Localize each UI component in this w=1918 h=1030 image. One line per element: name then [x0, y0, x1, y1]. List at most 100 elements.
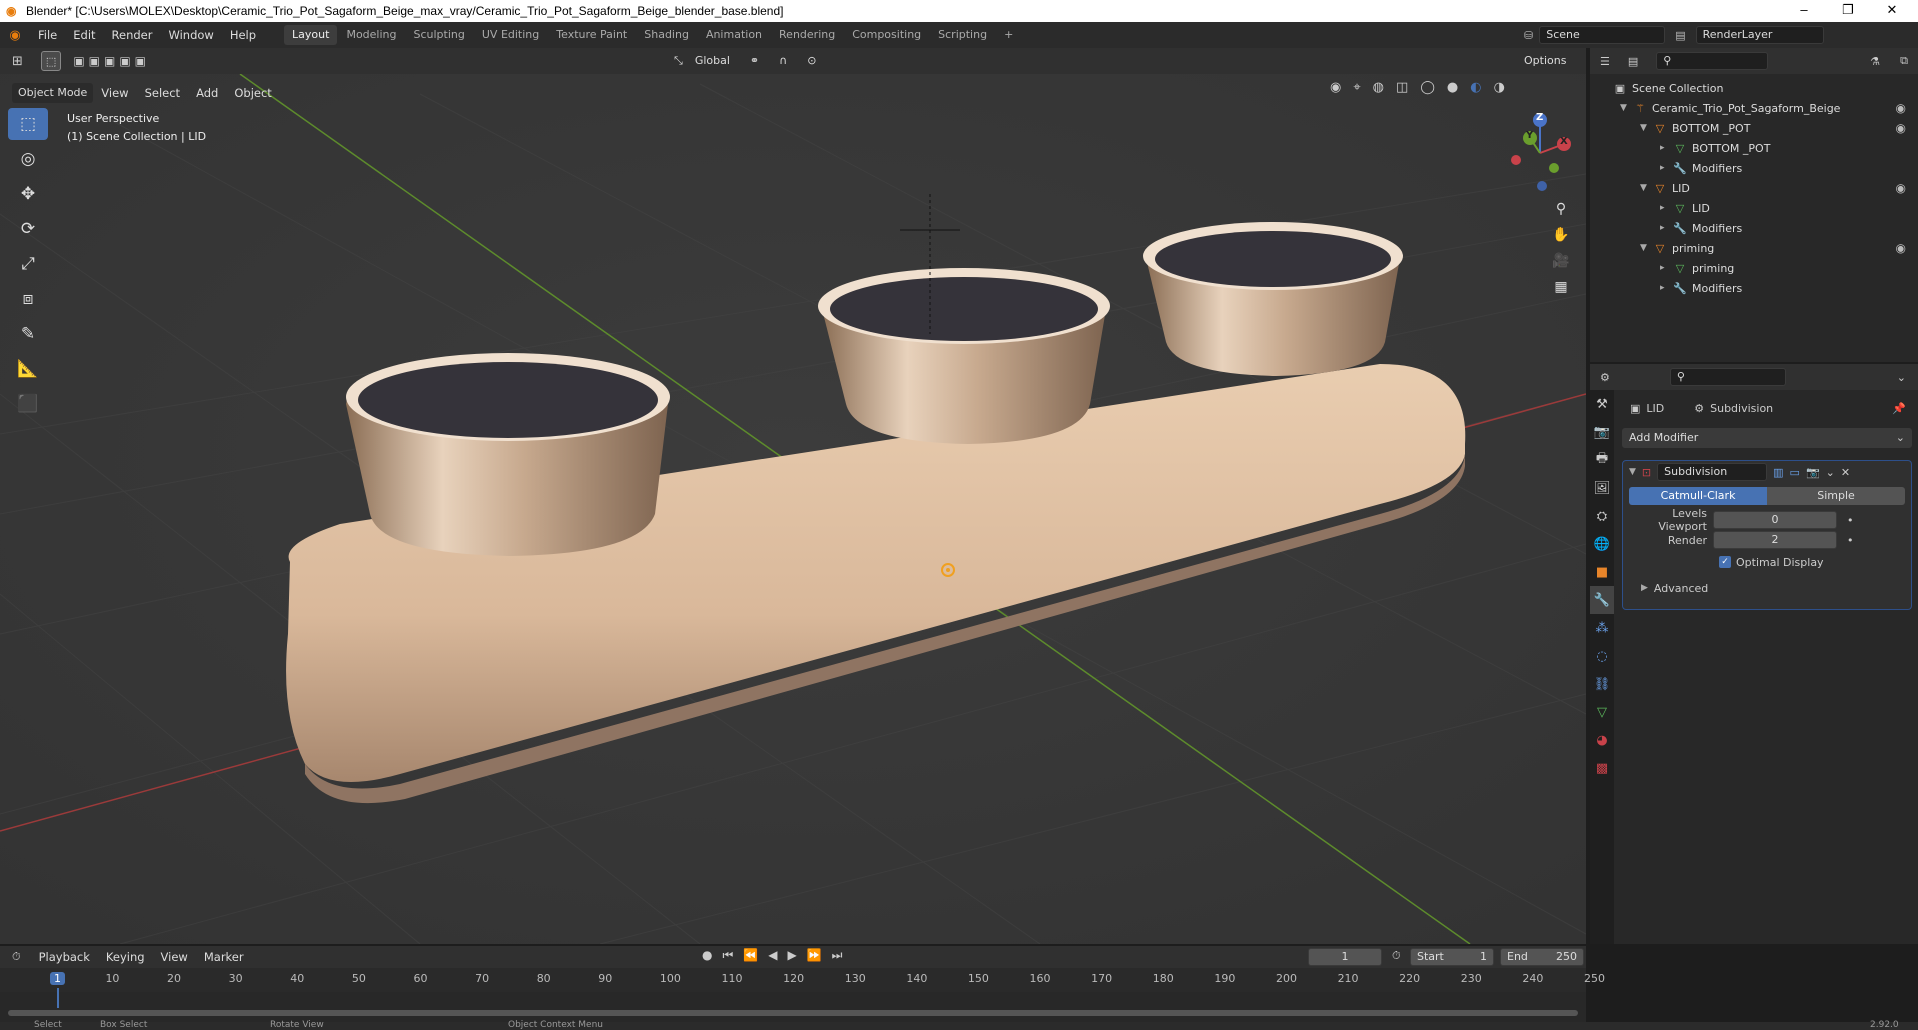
timeline-menu-marker[interactable]: Marker: [196, 944, 252, 970]
constraints-tab-icon[interactable]: ⛓: [1590, 670, 1614, 698]
advanced-section-label[interactable]: Advanced: [1654, 582, 1708, 595]
expand-down-icon[interactable]: ▼: [1640, 123, 1652, 133]
play-icon[interactable]: ▶: [787, 948, 796, 963]
visibility-eye-icon[interactable]: ◉: [1896, 121, 1906, 135]
transform-tool-icon[interactable]: ⧈: [8, 283, 48, 315]
expand-down-icon[interactable]: ▼: [1640, 183, 1652, 193]
timeline-menu-playback[interactable]: Playback: [31, 944, 98, 970]
outliner-editor-icon[interactable]: ☰: [1600, 55, 1610, 68]
playhead-line[interactable]: [57, 988, 59, 1008]
filter-icon[interactable]: ⚗: [1870, 55, 1880, 68]
visibility-icon[interactable]: ◉: [1330, 80, 1341, 95]
object-tab-icon[interactable]: ■: [1590, 558, 1614, 586]
rendered-shading-icon[interactable]: ◑: [1494, 80, 1505, 95]
menu-file[interactable]: File: [30, 22, 65, 48]
viewport-menu-object[interactable]: Object: [226, 80, 279, 106]
expand-right-icon[interactable]: ▸: [1660, 203, 1672, 213]
proportional-icon[interactable]: ⊙: [801, 51, 823, 71]
expand-right-icon[interactable]: ▸: [1660, 143, 1672, 153]
physics-tab-icon[interactable]: ◌: [1590, 642, 1614, 670]
tab-uv-editing[interactable]: UV Editing: [474, 25, 547, 45]
preview-range-icon[interactable]: ⏱: [1392, 949, 1401, 963]
timeline-menu-keying[interactable]: Keying: [98, 944, 153, 970]
zoom-icon[interactable]: ⚲: [1548, 196, 1574, 222]
pan-hand-icon[interactable]: ✋: [1548, 222, 1574, 248]
tool-tab-icon[interactable]: ⚒: [1590, 390, 1614, 418]
visibility-eye-icon[interactable]: ◉: [1896, 101, 1906, 115]
visibility-eye-icon[interactable]: ◉: [1896, 241, 1906, 255]
frame-ruler[interactable]: 1 10 20 30 40 50 60 70 80 90 100 110 120 130 140 150 160…: [0, 968, 1605, 1008]
move-tool-icon[interactable]: ✥: [8, 178, 48, 210]
snap-icon[interactable]: ∩: [773, 51, 794, 71]
timeline-editor-icon[interactable]: ⏱: [12, 950, 21, 964]
outliner-row[interactable]: ▼ ⚚ Ceramic_Trio_Pot_Sagaform_Beige ◉: [1590, 98, 1918, 118]
outliner-row[interactable]: ▸ ▽ BOTTOM _POT: [1590, 138, 1918, 158]
scene-icon[interactable]: ⛁: [1524, 29, 1533, 42]
output-tab-icon[interactable]: 🖶: [1590, 446, 1614, 474]
modifier-name-input[interactable]: Subdivision: [1657, 463, 1768, 481]
properties-search-input[interactable]: ⚲: [1669, 368, 1786, 386]
menu-help[interactable]: Help: [222, 22, 264, 48]
editor-type-icon[interactable]: ⊞: [12, 54, 23, 69]
tab-animation[interactable]: Animation: [698, 25, 770, 45]
solid-shading-icon[interactable]: ●: [1447, 80, 1458, 95]
blender-menu-icon[interactable]: ◉: [0, 28, 30, 43]
tab-rendering[interactable]: Rendering: [771, 25, 843, 45]
selection-mode-icons[interactable]: ▣▣▣▣▣: [73, 54, 150, 68]
view-layer-selector[interactable]: RenderLayer: [1695, 26, 1824, 44]
outliner-row[interactable]: ▼ ▽ priming ◉: [1590, 238, 1918, 258]
scene-selector[interactable]: Scene: [1539, 26, 1666, 44]
end-frame-input[interactable]: End 250: [1500, 948, 1584, 966]
select-tool-icon[interactable]: ⬚: [40, 51, 62, 71]
advanced-chevron-icon[interactable]: ▶: [1641, 583, 1648, 593]
collapse-chevron-icon[interactable]: ▼: [1629, 467, 1636, 477]
pivot-icon[interactable]: ⚭: [743, 51, 766, 71]
material-shading-icon[interactable]: ◐: [1470, 80, 1481, 95]
rotate-tool-icon[interactable]: ⟳: [8, 213, 48, 245]
levels-viewport-input[interactable]: 0: [1713, 511, 1837, 529]
orientation-dropdown[interactable]: Global: [688, 51, 736, 71]
close-button[interactable]: ✕: [1870, 0, 1914, 22]
gizmo-toggle-icon[interactable]: ⌖: [1353, 80, 1360, 95]
display-mode-icon[interactable]: ▤: [1628, 55, 1638, 68]
add-cube-tool-icon[interactable]: ⬛: [8, 388, 48, 420]
viewport-menu-add[interactable]: Add: [188, 80, 226, 106]
current-frame-input[interactable]: 1: [1308, 948, 1382, 966]
expand-right-icon[interactable]: ▸: [1660, 263, 1672, 273]
expand-down-icon[interactable]: ▼: [1640, 243, 1652, 253]
texture-tab-icon[interactable]: ▩: [1590, 754, 1614, 782]
expand-right-icon[interactable]: ▸: [1660, 283, 1672, 293]
expand-right-icon[interactable]: ▸: [1660, 163, 1672, 173]
tab-layout[interactable]: Layout: [284, 25, 338, 45]
play-reverse-icon[interactable]: ◀: [768, 948, 777, 963]
tab-compositing[interactable]: Compositing: [844, 25, 929, 45]
measure-tool-icon[interactable]: 📐: [8, 353, 48, 385]
pin-icon[interactable]: 📌: [1892, 402, 1906, 415]
viewport-toggle-icon[interactable]: ▭: [1790, 466, 1800, 479]
view-layer-icon[interactable]: ▤: [1675, 29, 1685, 42]
orientation-icon[interactable]: ⤡: [668, 51, 689, 71]
start-frame-input[interactable]: Start 1: [1410, 948, 1494, 966]
add-modifier-button[interactable]: Add Modifier ⌄: [1622, 428, 1912, 448]
render-tab-icon[interactable]: 📷: [1590, 418, 1614, 446]
gizmo-x-label[interactable]: X: [1560, 136, 1568, 147]
3d-viewport[interactable]: User Perspective (1) Scene Collection | …: [0, 74, 1586, 944]
tab-sculpting[interactable]: Sculpting: [406, 25, 473, 45]
outliner-row[interactable]: ▼ ▽ LID ◉: [1590, 178, 1918, 198]
outliner-row[interactable]: ▼ ▽ BOTTOM _POT ◉: [1590, 118, 1918, 138]
outliner-row[interactable]: ▸ ▽ priming: [1590, 258, 1918, 278]
object-mode-dropdown[interactable]: Object Mode: [12, 83, 94, 103]
ortho-grid-icon[interactable]: ▦: [1548, 274, 1574, 300]
world-tab-icon[interactable]: 🌐: [1590, 530, 1614, 558]
outliner-row[interactable]: ▸ 🔧 Modifiers: [1590, 218, 1918, 238]
material-tab-icon[interactable]: ◕: [1590, 726, 1614, 754]
menu-render[interactable]: Render: [104, 22, 161, 48]
viewport-menu-view[interactable]: View: [93, 80, 136, 106]
gizmo-z-label[interactable]: Z: [1536, 112, 1543, 123]
render-toggle-icon[interactable]: 📷: [1806, 466, 1820, 479]
annotate-tool-icon[interactable]: ✎: [8, 318, 48, 350]
edit-mode-toggle-icon[interactable]: ▥: [1773, 466, 1783, 479]
options-dropdown[interactable]: Options: [1518, 51, 1573, 71]
properties-dropdown-icon[interactable]: ⌄: [1897, 371, 1906, 384]
modifier-tab-icon[interactable]: 🔧: [1590, 586, 1614, 614]
